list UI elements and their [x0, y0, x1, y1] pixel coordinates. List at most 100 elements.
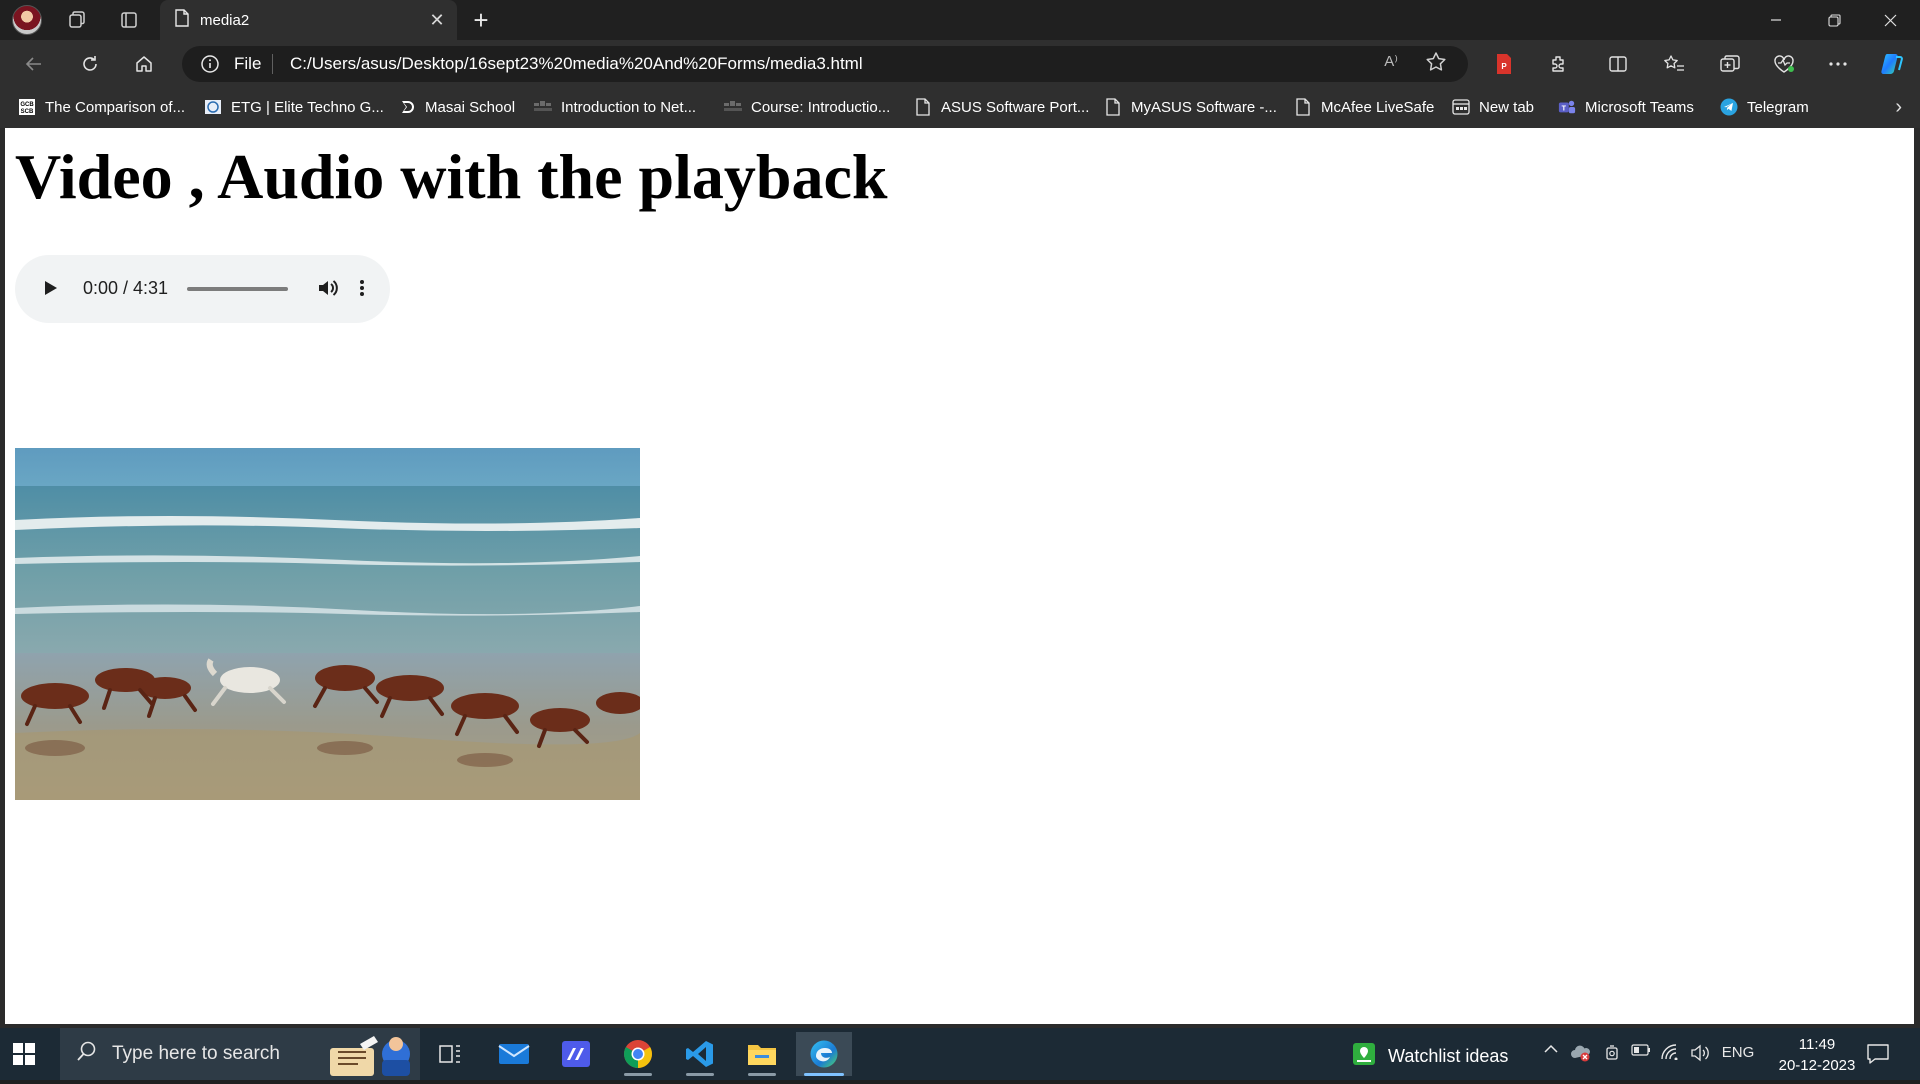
- split-screen-icon[interactable]: [1600, 48, 1636, 80]
- watchlist-widget[interactable]: Watchlist ideas: [1352, 1042, 1508, 1071]
- address-bar[interactable]: File C:/Users/asus/Desktop/16sept23%20me…: [182, 46, 1468, 82]
- extensions-icon[interactable]: [1540, 48, 1576, 80]
- masai-icon: [398, 98, 416, 116]
- mail-app-icon[interactable]: [486, 1032, 542, 1076]
- bookmark-item[interactable]: ASUS Software Port...: [914, 98, 1089, 116]
- bookmark-item[interactable]: Telegram: [1720, 98, 1809, 116]
- volume-icon[interactable]: [316, 277, 340, 304]
- meeting-camera-icon[interactable]: [1600, 1044, 1626, 1062]
- show-hidden-icons-chevron-up-icon[interactable]: [1538, 1044, 1564, 1054]
- more-options-icon[interactable]: [358, 277, 366, 304]
- close-tab-icon[interactable]: ✕: [425, 8, 449, 32]
- bookmark-item[interactable]: Course: Introductio...: [724, 98, 890, 116]
- page-icon: [174, 9, 190, 31]
- tab-strip: media2 ✕ +: [0, 0, 1920, 40]
- page-icon: [1294, 98, 1312, 116]
- tab-actions-icon[interactable]: [114, 6, 144, 34]
- telegram-icon: [1720, 98, 1738, 116]
- close-window-button[interactable]: [1862, 0, 1918, 40]
- audio-seek-slider[interactable]: [187, 287, 288, 291]
- bookmark-item[interactable]: McAfee LiveSafe: [1294, 98, 1434, 116]
- speaker-volume-icon[interactable]: [1688, 1044, 1714, 1062]
- bookmark-label: Introduction to Net...: [561, 98, 697, 116]
- bookmark-item[interactable]: Masai School: [398, 98, 515, 116]
- window-edge: [1914, 128, 1920, 1028]
- newtab-icon: [1452, 98, 1470, 116]
- read-aloud-icon[interactable]: A⁾: [1384, 52, 1398, 70]
- comparison-site-icon: GCB SCB: [18, 98, 36, 116]
- scheme-label: File: [234, 54, 262, 73]
- page-icon: [1104, 98, 1122, 116]
- input-language[interactable]: ENG: [1718, 1044, 1758, 1061]
- bookmark-label: Masai School: [425, 98, 516, 116]
- navigation-toolbar: File C:/Users/asus/Desktop/16sept23%20me…: [0, 40, 1920, 88]
- home-button[interactable]: [126, 48, 162, 80]
- info-icon[interactable]: [200, 54, 220, 79]
- task-view-icon[interactable]: [422, 1032, 478, 1076]
- notification-center-icon[interactable]: [1866, 1042, 1890, 1071]
- favorites-icon[interactable]: [1656, 48, 1692, 80]
- bookmark-label: Course: Introductio...: [751, 98, 891, 116]
- pdf-extension-icon[interactable]: P: [1486, 48, 1522, 80]
- back-button[interactable]: [16, 48, 52, 80]
- edge-app-icon[interactable]: [796, 1032, 852, 1076]
- video-frame-horses-on-beach: [15, 448, 640, 800]
- refresh-button[interactable]: [72, 48, 108, 80]
- profile-avatar[interactable]: [12, 5, 42, 35]
- bookmark-label: ETG | Elite Techno G...: [231, 98, 384, 116]
- bookmark-item[interactable]: Introduction to Net...: [534, 98, 696, 116]
- myasus-app-icon[interactable]: [548, 1032, 604, 1076]
- chevron-right-icon[interactable]: ›: [1895, 96, 1902, 119]
- bookmark-item[interactable]: GCB SCB The Comparison of...: [18, 98, 185, 116]
- favorite-star-icon[interactable]: [1424, 50, 1448, 79]
- bookmark-label: MyASUS Software -...: [1131, 98, 1277, 116]
- minimize-button[interactable]: [1748, 0, 1804, 40]
- wifi-icon[interactable]: [1658, 1044, 1684, 1060]
- tab-title: media2: [200, 11, 250, 29]
- copilot-icon[interactable]: [1874, 48, 1910, 80]
- running-indicator: [804, 1073, 844, 1076]
- tab-media2[interactable]: media2 ✕: [160, 0, 457, 40]
- bookmark-item[interactable]: T Microsoft Teams: [1558, 98, 1694, 116]
- url-text[interactable]: C:/Users/asus/Desktop/16sept23%20media%2…: [290, 54, 863, 74]
- svg-text:GCB: GCB: [20, 102, 34, 108]
- vscode-app-icon[interactable]: [672, 1032, 728, 1076]
- onedrive-error-icon[interactable]: [1568, 1044, 1594, 1062]
- running-indicator: [748, 1073, 776, 1076]
- search-highlight-illustration-icon: [320, 1030, 420, 1078]
- bookmark-item[interactable]: ETG | Elite Techno G...: [204, 98, 384, 116]
- collections-icon[interactable]: [1712, 48, 1748, 80]
- course-icon: [724, 98, 742, 116]
- svg-text:T: T: [1562, 104, 1567, 113]
- file-explorer-icon[interactable]: [734, 1032, 790, 1076]
- bookmark-label: The Comparison of...: [45, 98, 186, 116]
- restore-button[interactable]: [1806, 0, 1862, 40]
- bookmark-item[interactable]: New tab: [1452, 98, 1534, 116]
- audio-time: 0:00 / 4:31: [83, 278, 169, 298]
- audio-player[interactable]: 0:00 / 4:31: [15, 255, 390, 323]
- bookmark-item[interactable]: MyASUS Software -...: [1104, 98, 1277, 116]
- settings-more-icon[interactable]: [1820, 48, 1856, 80]
- teams-icon: T: [1558, 98, 1576, 116]
- running-indicator: [686, 1073, 714, 1076]
- battery-icon[interactable]: [1628, 1044, 1654, 1056]
- windows-start-icon[interactable]: [12, 1042, 36, 1071]
- widget-label: Watchlist ideas: [1388, 1046, 1509, 1066]
- search-placeholder: Type here to search: [112, 1043, 280, 1064]
- play-icon[interactable]: [39, 277, 61, 304]
- browser-window: media2 ✕ + File C:/Users/asus/Desktop/16…: [0, 0, 1920, 1028]
- workspaces-icon[interactable]: [62, 6, 92, 34]
- chrome-app-icon[interactable]: [610, 1032, 666, 1076]
- browser-essentials-icon[interactable]: [1766, 48, 1802, 80]
- bookmark-label: Microsoft Teams: [1585, 98, 1694, 116]
- clock-date: 20-12-2023: [1778, 1057, 1856, 1074]
- new-tab-button[interactable]: +: [466, 5, 496, 35]
- bookmarks-bar: GCB SCB The Comparison of... ETG | Elite …: [0, 88, 1920, 128]
- video-player[interactable]: [15, 448, 640, 800]
- running-indicator: [624, 1073, 652, 1076]
- page-viewport: Video , Audio with the playback 0:00 / 4…: [5, 128, 1914, 1024]
- taskbar-search-box[interactable]: Type here to search: [60, 1028, 420, 1080]
- page-icon: [914, 98, 932, 116]
- system-clock[interactable]: 11:49 20-12-2023: [1762, 1034, 1872, 1076]
- bookmark-label: McAfee LiveSafe: [1321, 98, 1435, 116]
